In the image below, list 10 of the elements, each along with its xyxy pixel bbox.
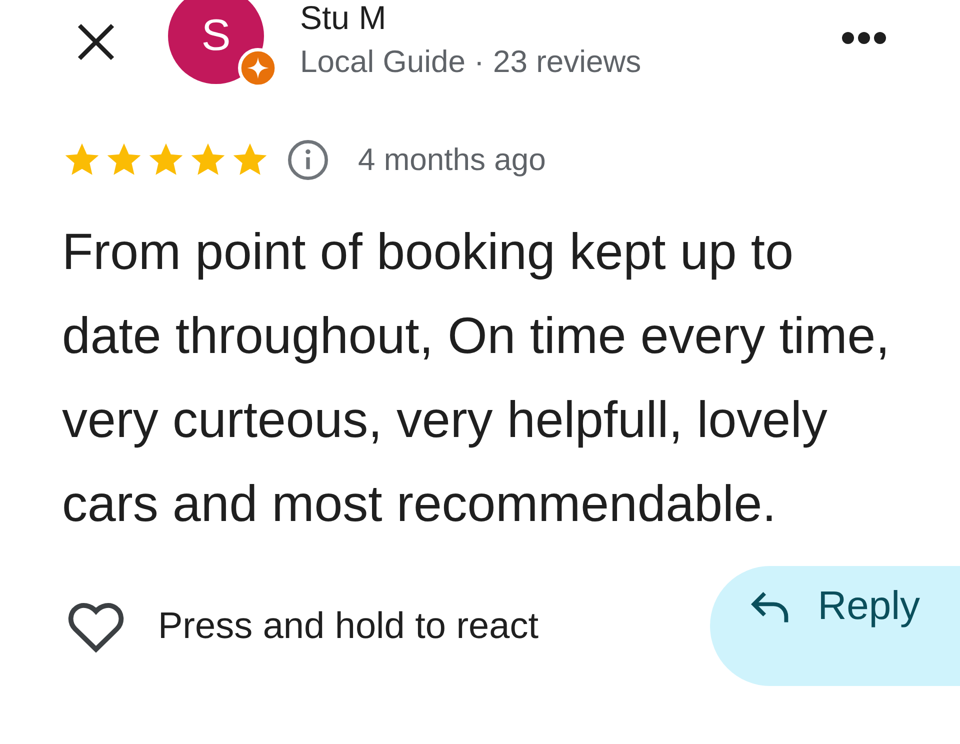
avatar: S	[168, 0, 264, 84]
info-icon[interactable]	[286, 138, 330, 182]
reply-button[interactable]: Reply	[710, 566, 960, 686]
review-time: 4 months ago	[358, 142, 546, 178]
more-options-icon[interactable]	[840, 30, 888, 46]
react-button[interactable]: Press and hold to react	[66, 599, 538, 653]
reviewer-name[interactable]: Stu M	[300, 0, 840, 36]
local-guide-badge-icon	[238, 48, 278, 88]
reviewer-subtitle: Local Guide · 23 reviews	[300, 43, 642, 81]
review-text: From point of booking kept up to date throughout, On time every time, very curteous, very helpfull, lovely cars and most recommendable.	[62, 222, 891, 534]
